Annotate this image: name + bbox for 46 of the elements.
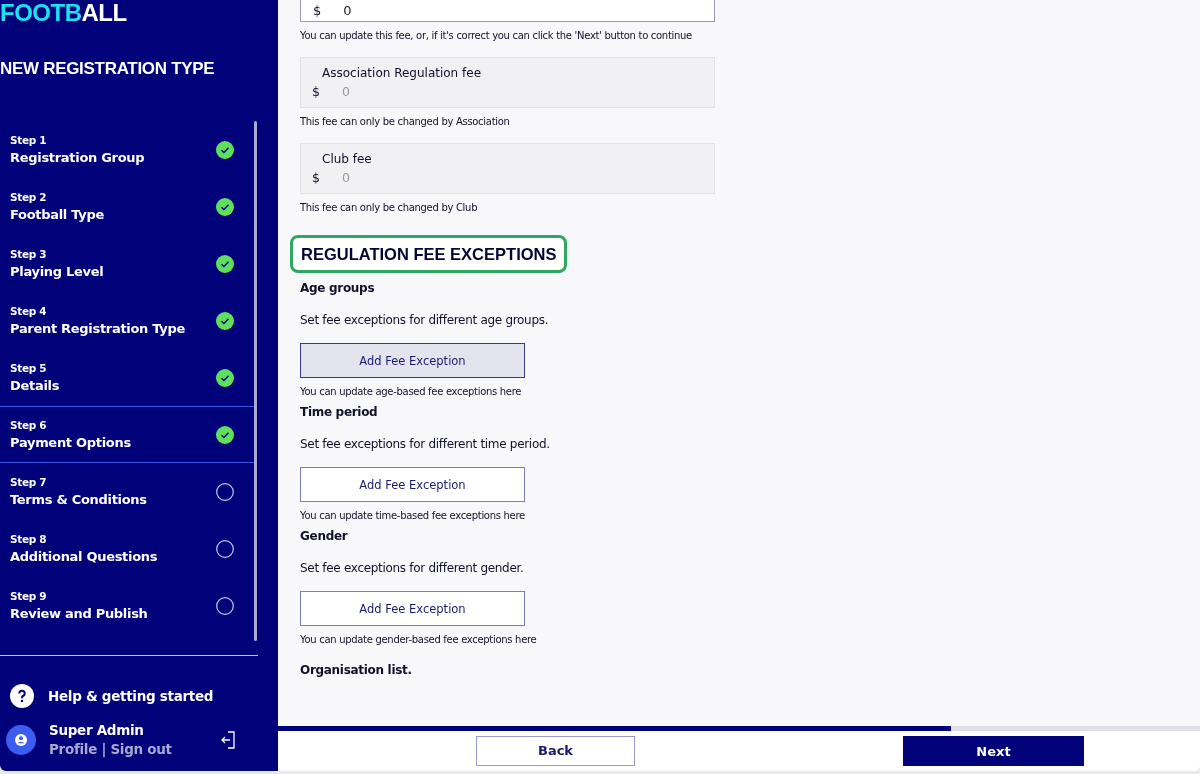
currency-sign: $ [312, 170, 320, 185]
add-fee-exception-button[interactable]: Add Fee Exception [300, 343, 525, 378]
step-item[interactable]: Step 7 Terms & Conditions [0, 463, 254, 520]
fee-value: 0 [341, 84, 350, 99]
hint-text: This fee can only be changed by Association [300, 116, 511, 127]
fee-input[interactable]: $ 0 [300, 0, 715, 22]
step-item[interactable]: Step 9 Review and Publish [0, 577, 254, 634]
group-description: Set fee exceptions for different age groups. [300, 313, 550, 327]
logo-text: FOOTBALL [0, 0, 128, 26]
group-title: Age groups [300, 281, 376, 295]
back-button[interactable]: Back [476, 736, 635, 766]
step-item[interactable]: Step 5 Details [0, 349, 254, 406]
help-link[interactable]: Help & getting started [48, 688, 214, 704]
hint-text: You can update age-based fee exceptions here [300, 386, 523, 397]
hint-text: This fee can only be changed by Club [300, 202, 479, 213]
step-item[interactable]: Step 1 Registration Group [0, 121, 254, 178]
add-fee-exception-button[interactable]: Add Fee Exception [300, 591, 525, 626]
scrollbar[interactable] [254, 121, 257, 641]
group-description: Set fee exceptions for different gender. [300, 561, 525, 575]
profile-links[interactable]: Profile | Sign out [49, 741, 209, 757]
currency-sign: $ [312, 84, 320, 99]
section-heading: REGULATION FEE EXCEPTIONS [290, 235, 568, 273]
step-item[interactable]: Step 8 Additional Questions [0, 520, 254, 577]
avatar-icon[interactable] [6, 724, 36, 755]
hint-text: You can update this fee, or, if it's correct you can click the 'Next' button to continue [300, 30, 693, 41]
fee-label: Association Regulation fee [322, 66, 483, 80]
hint-text: You can update time-based fee exceptions here [300, 510, 526, 521]
group-title: Gender [300, 529, 349, 543]
user-name: Super Admin [49, 722, 145, 738]
fee-value: 0 [343, 4, 352, 18]
step-item[interactable]: Step 2 Football Type [0, 178, 254, 235]
group-title: Time period [300, 405, 379, 419]
step-item[interactable]: Step 4 Parent Registration Type [0, 292, 254, 349]
sidebar-title: NEW REGISTRATION TYPE [0, 59, 216, 79]
currency-sign: $ [313, 4, 322, 18]
step-item[interactable]: Step 6 Payment Options [0, 406, 254, 463]
step-item[interactable]: Step 3 Playing Level [0, 235, 254, 292]
fee-label: Club fee [322, 152, 373, 166]
next-button[interactable]: Next [903, 736, 1084, 766]
sign-out-icon[interactable] [220, 730, 236, 749]
add-fee-exception-button[interactable]: Add Fee Exception [300, 467, 525, 502]
section-title: Organisation list. [300, 663, 413, 677]
help-icon[interactable] [10, 684, 34, 708]
group-description: Set fee exceptions for different time period. [300, 437, 551, 451]
hint-text: You can update gender-based fee exceptions here [300, 634, 538, 645]
fee-value: 0 [341, 170, 350, 185]
